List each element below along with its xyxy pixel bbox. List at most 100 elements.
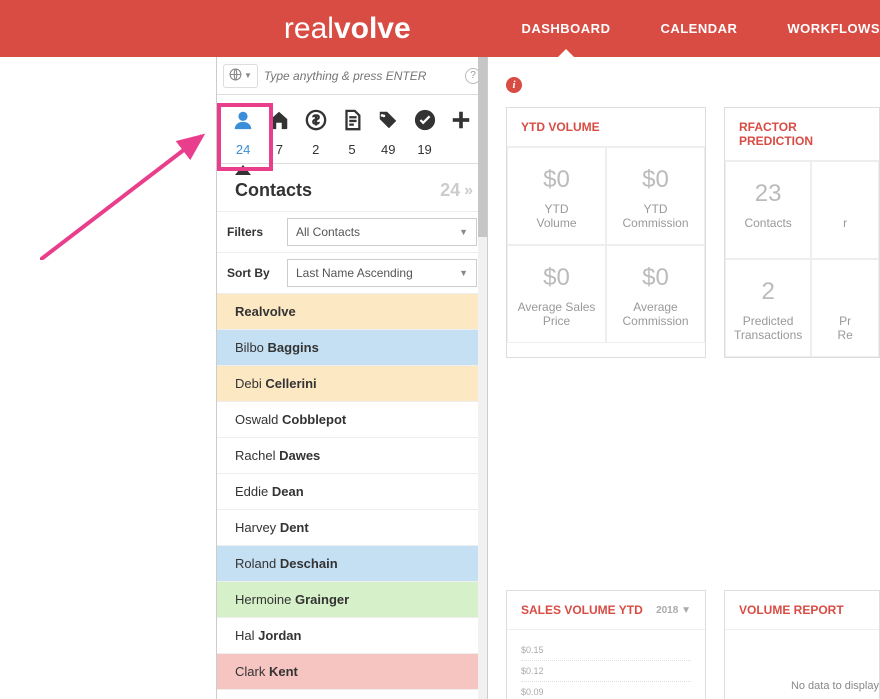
sort-label: Sort By xyxy=(227,266,277,280)
logo-text-light: real xyxy=(284,12,334,46)
globe-icon xyxy=(229,68,242,84)
filters-label: Filters xyxy=(227,225,277,239)
caret-down-icon: ▼ xyxy=(244,71,252,80)
chart-tick: $0.09 xyxy=(521,682,691,699)
tab-properties[interactable]: 7 xyxy=(261,109,297,157)
scrollbar-thumb[interactable] xyxy=(478,57,487,237)
dashboard-main: i YTD VOLUME $0 YTD Volume $0 YTD Commis… xyxy=(488,57,880,699)
contact-list: Realvolve Bilbo Baggins Debi Cellerini O… xyxy=(217,294,487,699)
tab-properties-count: 7 xyxy=(276,142,283,157)
home-icon xyxy=(268,109,290,136)
year-selector[interactable]: 2018 ▼ xyxy=(656,605,691,616)
tab-tasks-count: 19 xyxy=(417,142,431,157)
ytd-avg-price-value: $0 xyxy=(516,264,597,292)
contacts-heading: Contacts xyxy=(235,180,312,201)
tab-tasks[interactable]: 19 xyxy=(407,109,443,157)
ytd-volume-widget: YTD VOLUME $0 YTD Volume $0 YTD Commissi… xyxy=(506,107,706,358)
info-icon[interactable]: i xyxy=(506,77,522,93)
list-item[interactable]: Bilbo Baggins xyxy=(217,330,487,366)
check-circle-icon xyxy=(414,109,436,136)
sales-chart-body: $0.15 $0.12 $0.09 $0.06 xyxy=(507,630,705,699)
top-nav: DASHBOARD CALENDAR WORKFLOWS xyxy=(481,0,880,57)
nav-workflows-label: WORKFLOWS xyxy=(787,21,880,36)
filters-value: All Contacts xyxy=(296,225,360,239)
tab-add[interactable] xyxy=(443,109,479,157)
list-item[interactable]: Clark Kent xyxy=(217,654,487,690)
tag-icon xyxy=(377,109,399,136)
list-item[interactable]: Eddie Dean xyxy=(217,474,487,510)
app-logo[interactable]: realvolve xyxy=(213,0,481,57)
rfactor-widget-title: RFACTOR PREDICTION xyxy=(725,108,879,161)
sort-value: Last Name Ascending xyxy=(296,266,413,280)
caret-down-icon: ▼ xyxy=(459,227,468,237)
tab-documents-count: 5 xyxy=(348,142,355,157)
active-tab-caret-icon xyxy=(235,165,251,175)
list-item[interactable]: Roland Deschain xyxy=(217,546,487,582)
document-icon xyxy=(341,109,363,136)
chevrons-right-icon: » xyxy=(464,182,473,200)
volume-report-empty: No data to display xyxy=(725,630,879,699)
rfactor-contacts-value: 23 xyxy=(734,180,802,208)
chart-tick: $0.15 xyxy=(521,640,691,661)
logo-text-bold: volve xyxy=(334,12,411,46)
ytd-cell-avg-commission: $0 Average Commission xyxy=(606,245,705,343)
nav-workflows[interactable]: WORKFLOWS xyxy=(787,0,880,57)
ytd-volume-value: $0 xyxy=(516,166,597,194)
search-bar: ▼ ? xyxy=(217,57,487,95)
tab-documents[interactable]: 5 xyxy=(334,109,370,157)
filters-dropdown[interactable]: All Contacts ▼ xyxy=(287,218,477,246)
entity-tabs: 24 7 2 5 49 19 xyxy=(217,95,487,164)
sidebar: ▼ ? 24 7 2 5 xyxy=(216,57,488,699)
list-item[interactable]: Ben Kingsley xyxy=(217,690,487,699)
list-item[interactable]: Hal Jordan xyxy=(217,618,487,654)
sales-chart-header: SALES VOLUME YTD 2018 ▼ xyxy=(507,591,705,630)
tab-tags-count: 49 xyxy=(381,142,395,157)
tab-contacts[interactable]: 24 xyxy=(225,109,261,157)
list-item[interactable]: Oswald Cobblepot xyxy=(217,402,487,438)
sales-volume-chart-widget: SALES VOLUME YTD 2018 ▼ $0.15 $0.12 $0.0… xyxy=(506,590,706,699)
nav-calendar[interactable]: CALENDAR xyxy=(660,0,737,57)
list-item[interactable]: Rachel Dawes xyxy=(217,438,487,474)
list-item[interactable]: Hermoine Grainger xyxy=(217,582,487,618)
person-icon xyxy=(232,109,254,136)
tab-tags[interactable]: 49 xyxy=(370,109,406,157)
ytd-widget-title: YTD VOLUME xyxy=(507,108,705,147)
ytd-commission-value: $0 xyxy=(615,166,696,194)
search-scope-button[interactable]: ▼ xyxy=(223,64,258,88)
sort-dropdown[interactable]: Last Name Ascending ▼ xyxy=(287,259,477,287)
tab-contacts-count: 24 xyxy=(236,142,250,157)
list-item[interactable]: Debi Cellerini xyxy=(217,366,487,402)
left-gutter xyxy=(0,57,216,699)
contacts-count[interactable]: 24 » xyxy=(440,180,473,201)
dollar-icon xyxy=(305,109,327,136)
filters-row: Filters All Contacts ▼ xyxy=(217,211,487,253)
tab-deals-count: 2 xyxy=(312,142,319,157)
rfactor-cell-partial-top: r xyxy=(811,161,879,259)
plus-icon xyxy=(450,109,472,136)
nav-dashboard[interactable]: DASHBOARD xyxy=(521,0,610,57)
search-input[interactable] xyxy=(264,69,459,83)
sales-chart-title: SALES VOLUME YTD xyxy=(521,603,643,617)
header-spacer xyxy=(0,0,213,57)
volume-report-widget: VOLUME REPORT No data to display xyxy=(724,590,880,699)
rfactor-predicted-value: 2 xyxy=(734,278,802,306)
tab-add-count xyxy=(459,142,463,157)
ytd-cell-volume: $0 YTD Volume xyxy=(507,147,606,245)
list-item[interactable]: Realvolve xyxy=(217,294,487,330)
tab-deals[interactable]: 2 xyxy=(298,109,334,157)
ytd-cell-commission: $0 YTD Commission xyxy=(606,147,705,245)
sidebar-scrollbar[interactable] xyxy=(478,57,487,699)
rfactor-widget: RFACTOR PREDICTION 23 Contacts r 2 xyxy=(724,107,880,358)
contacts-count-value: 24 xyxy=(440,180,460,201)
rfactor-cell-partial-bottom: Pr Re xyxy=(811,259,879,357)
sort-row: Sort By Last Name Ascending ▼ xyxy=(217,253,487,294)
widgets-row-bottom: SALES VOLUME YTD 2018 ▼ $0.15 $0.12 $0.0… xyxy=(506,590,880,699)
list-item[interactable]: Harvey Dent xyxy=(217,510,487,546)
volume-report-title: VOLUME REPORT xyxy=(725,591,879,630)
rfactor-cell-predicted: 2 Predicted Transactions xyxy=(725,259,811,357)
ytd-cell-avg-price: $0 Average Sales Price xyxy=(507,245,606,343)
ytd-avg-commission-value: $0 xyxy=(615,264,696,292)
widgets-row-top: YTD VOLUME $0 YTD Volume $0 YTD Commissi… xyxy=(506,107,880,358)
contacts-heading-row: Contacts 24 » xyxy=(217,164,487,211)
caret-down-icon: ▼ xyxy=(459,268,468,278)
